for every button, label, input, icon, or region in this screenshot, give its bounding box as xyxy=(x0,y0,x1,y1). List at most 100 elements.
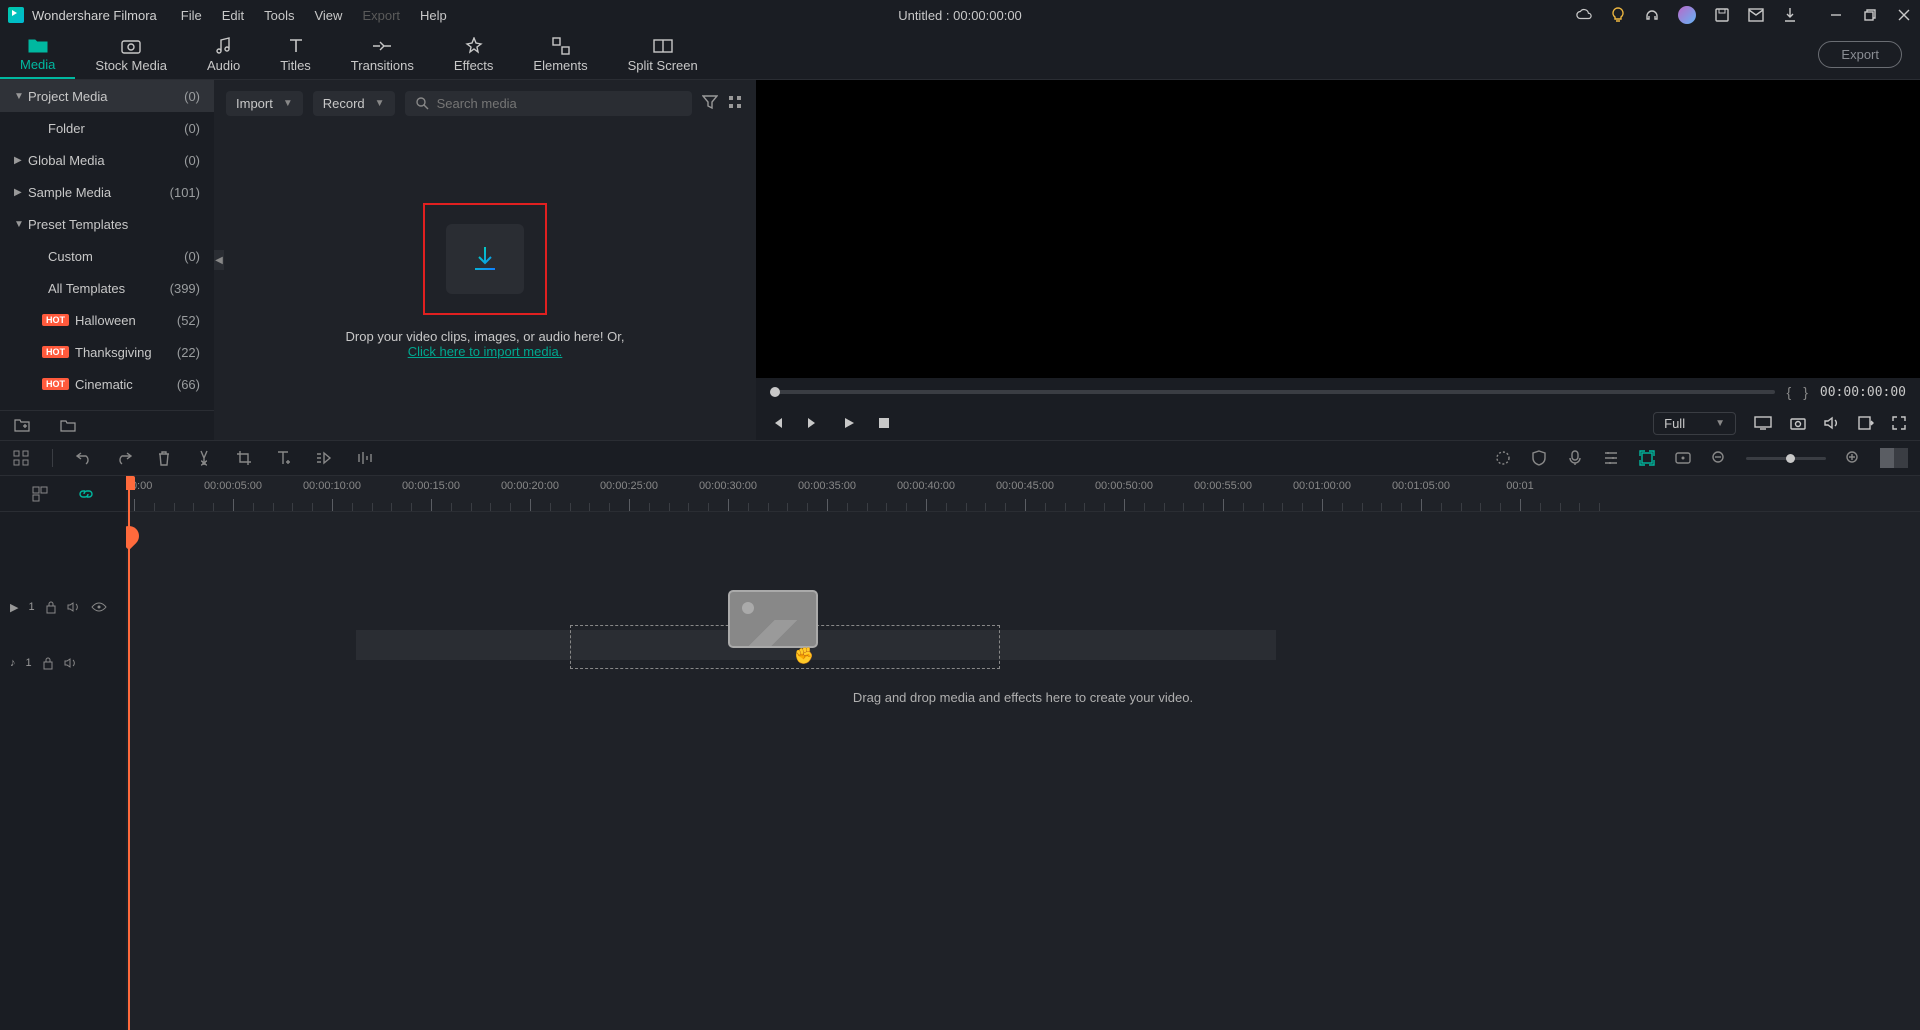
playhead-knob[interactable] xyxy=(126,522,143,550)
menu-tools[interactable]: Tools xyxy=(264,8,294,23)
timeline-playhead[interactable] xyxy=(128,476,130,1030)
cloud-icon[interactable] xyxy=(1576,7,1592,23)
tab-elements[interactable]: Elements xyxy=(513,30,607,79)
import-link[interactable]: Click here to import media. xyxy=(408,344,563,359)
sidebar-item-preset-templates[interactable]: ▼ Preset Templates xyxy=(0,208,214,240)
search-input[interactable] xyxy=(437,96,682,111)
sidebar-item-project-media[interactable]: ▼ Project Media (0) xyxy=(0,80,214,112)
display-settings-icon[interactable] xyxy=(1754,416,1772,430)
lock-icon[interactable] xyxy=(42,656,54,670)
speed-icon[interactable] xyxy=(315,449,333,467)
sidebar-item-folder[interactable]: Folder (0) xyxy=(0,112,214,144)
view-toggle-a[interactable] xyxy=(1880,448,1894,468)
tab-transitions[interactable]: Transitions xyxy=(331,30,434,79)
shield-icon[interactable] xyxy=(1530,449,1548,467)
volume-icon[interactable] xyxy=(1824,416,1840,430)
split-icon[interactable] xyxy=(195,449,213,467)
snapshot-icon[interactable] xyxy=(1790,416,1806,430)
grid-view-icon[interactable] xyxy=(728,95,744,111)
sidebar-item-cinematic[interactable]: HOT Cinematic (66) xyxy=(0,368,214,400)
menu-file[interactable]: File xyxy=(181,8,202,23)
tab-stock-media[interactable]: Stock Media xyxy=(75,30,187,79)
play-button[interactable] xyxy=(842,416,856,430)
mark-in-icon[interactable]: { xyxy=(1787,384,1792,400)
avatar-icon[interactable] xyxy=(1678,6,1696,24)
menu-view[interactable]: View xyxy=(314,8,342,23)
music-note-icon xyxy=(214,37,234,55)
timeline-main[interactable]: 0:00:0000:00:05:0000:00:10:0000:00:15:00… xyxy=(126,476,1920,1030)
prev-frame-button[interactable] xyxy=(770,416,784,430)
download-icon[interactable] xyxy=(1782,7,1798,23)
import-icon-box[interactable] xyxy=(446,224,524,294)
close-icon[interactable] xyxy=(1896,7,1912,23)
next-frame-button[interactable] xyxy=(806,416,820,430)
sidebar-item-thanksgiving[interactable]: HOT Thanksgiving (22) xyxy=(0,336,214,368)
headset-icon[interactable] xyxy=(1644,7,1660,23)
mark-out-icon[interactable]: } xyxy=(1803,384,1808,400)
crop-icon[interactable] xyxy=(235,449,253,467)
mail-icon[interactable] xyxy=(1748,7,1764,23)
audio-mixer-icon[interactable] xyxy=(1602,449,1620,467)
record-dropdown[interactable]: Record ▼ xyxy=(313,91,395,116)
lightbulb-icon[interactable] xyxy=(1610,7,1626,23)
audio-track-icon[interactable]: ♪ xyxy=(10,657,16,669)
tab-media[interactable]: Media xyxy=(0,30,75,79)
preview-scrub-thumb[interactable] xyxy=(770,387,780,397)
sidebar-item-global-media[interactable]: ▶ Global Media (0) xyxy=(0,144,214,176)
save-icon[interactable] xyxy=(1714,7,1730,23)
export-frame-icon[interactable] xyxy=(1858,416,1874,430)
fullscreen-icon[interactable] xyxy=(1892,416,1906,430)
voiceover-icon[interactable] xyxy=(1566,449,1584,467)
link-icon[interactable] xyxy=(78,487,94,501)
dragged-clip-preview[interactable] xyxy=(728,590,818,648)
ruler-tick-minor xyxy=(649,503,650,511)
zoom-slider-thumb[interactable] xyxy=(1786,454,1795,463)
preview-scrub-track[interactable] xyxy=(770,390,1775,394)
visibility-icon[interactable] xyxy=(91,602,107,612)
minimize-icon[interactable] xyxy=(1828,7,1844,23)
sidebar-item-trending[interactable]: Trending (45) xyxy=(0,400,214,410)
templates-icon[interactable] xyxy=(12,449,30,467)
filter-icon[interactable] xyxy=(702,95,718,111)
export-button[interactable]: Export xyxy=(1818,41,1902,68)
menu-edit[interactable]: Edit xyxy=(222,8,244,23)
tab-split-screen[interactable]: Split Screen xyxy=(608,30,718,79)
delete-icon[interactable] xyxy=(155,449,173,467)
mute-icon[interactable] xyxy=(67,601,81,613)
preview-quality-dropdown[interactable]: Full ▼ xyxy=(1653,412,1736,435)
marker-icon[interactable] xyxy=(1674,449,1692,467)
undo-icon[interactable] xyxy=(75,449,93,467)
zoom-slider[interactable] xyxy=(1746,457,1826,460)
mute-icon[interactable] xyxy=(64,657,78,669)
tab-effects[interactable]: Effects xyxy=(434,30,514,79)
media-drop-zone[interactable]: Drop your video clips, images, or audio … xyxy=(214,122,756,440)
render-icon[interactable] xyxy=(1638,449,1656,467)
zoom-in-icon[interactable] xyxy=(1844,449,1862,467)
sidebar-item-sample-media[interactable]: ▶ Sample Media (101) xyxy=(0,176,214,208)
collapse-sidebar-handle[interactable]: ◀ xyxy=(214,250,224,270)
text-add-icon[interactable] xyxy=(275,449,293,467)
view-toggle-b[interactable] xyxy=(1894,448,1908,468)
maximize-icon[interactable] xyxy=(1862,7,1878,23)
lock-icon[interactable] xyxy=(45,600,57,614)
preview-viewport[interactable] xyxy=(756,80,1920,378)
tab-titles[interactable]: Titles xyxy=(260,30,331,79)
audio-adjust-icon[interactable] xyxy=(355,449,373,467)
sidebar-item-custom[interactable]: Custom (0) xyxy=(0,240,214,272)
track-manager-icon[interactable] xyxy=(32,486,48,502)
timeline-ruler[interactable]: 0:00:0000:00:05:0000:00:10:0000:00:15:00… xyxy=(126,476,1920,512)
sidebar-item-all-templates[interactable]: All Templates (399) xyxy=(0,272,214,304)
stop-button[interactable] xyxy=(878,417,890,429)
zoom-out-icon[interactable] xyxy=(1710,449,1728,467)
search-media-box[interactable] xyxy=(405,91,692,116)
tab-audio[interactable]: Audio xyxy=(187,30,260,79)
menu-help[interactable]: Help xyxy=(420,8,447,23)
video-track-icon[interactable]: ▶ xyxy=(10,601,18,614)
sidebar-item-halloween[interactable]: HOT Halloween (52) xyxy=(0,304,214,336)
redo-icon[interactable] xyxy=(115,449,133,467)
open-folder-icon[interactable] xyxy=(60,418,76,434)
import-dropdown[interactable]: Import ▼ xyxy=(226,91,303,116)
new-folder-icon[interactable] xyxy=(14,418,30,434)
timeline-view-toggle[interactable] xyxy=(1880,448,1908,468)
color-icon[interactable] xyxy=(1494,449,1512,467)
